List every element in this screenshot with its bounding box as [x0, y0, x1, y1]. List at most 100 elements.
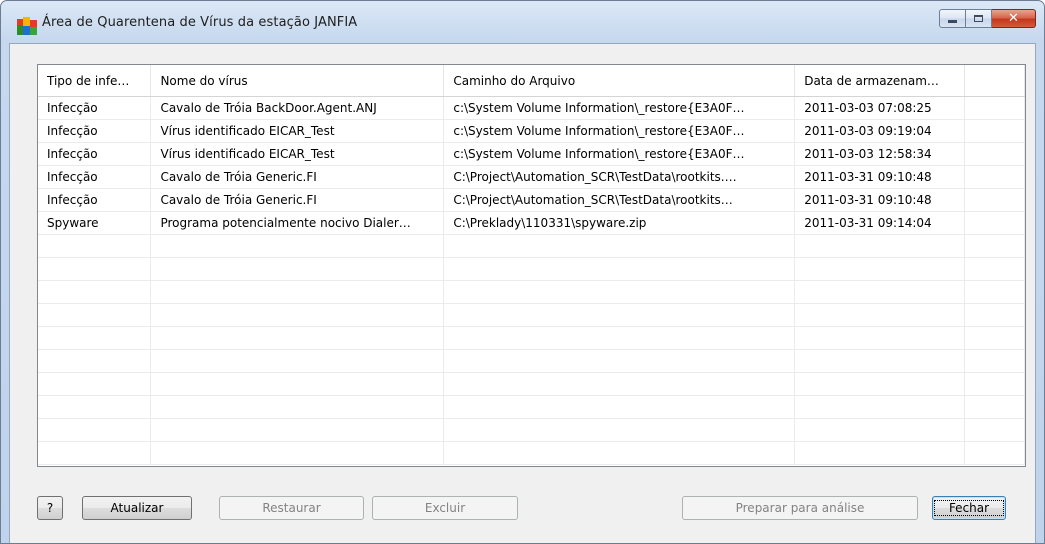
cell-extra [964, 441, 1025, 465]
minimize-button[interactable] [939, 9, 966, 28]
cell-file-path: c:\System Volume Information\_restore{E3… [443, 96, 796, 120]
table-row[interactable] [38, 395, 1025, 419]
table-row[interactable] [38, 280, 1025, 304]
column-header-type[interactable]: Tipo de infe… [38, 65, 152, 97]
close-button[interactable]: Fechar [932, 496, 1006, 520]
cell-extra [964, 372, 1025, 396]
cell-storage-date [794, 326, 966, 350]
cell-storage-date: 2011-03-31 09:14:04 [794, 211, 966, 235]
dialog-client-area: Tipo de infe… Nome do vírus Caminho do A… [9, 43, 1036, 543]
cell-type [38, 303, 152, 327]
table-row[interactable]: Infecção Cavalo de Tróia Generic.FI C:\Pro… [38, 188, 1025, 212]
cell-virus-name [150, 418, 445, 442]
cell-virus-name: Cavalo de Tróia Generic.FI [150, 165, 445, 189]
cell-storage-date: 2011-03-03 09:19:04 [794, 119, 966, 143]
delete-button[interactable]: Excluir [372, 496, 518, 520]
table-row[interactable]: Infecção Vírus identificado EICAR_Test c:\… [38, 119, 1025, 143]
column-header-file-path[interactable]: Caminho do Arquivo [443, 65, 796, 97]
cell-virus-name [150, 257, 445, 281]
cell-file-path [443, 257, 796, 281]
cell-type: Infecção [38, 96, 152, 120]
cell-storage-date [794, 441, 966, 465]
cell-file-path [443, 418, 796, 442]
cell-file-path: c:\System Volume Information\_restore{E3… [443, 142, 796, 166]
cell-type [38, 372, 152, 396]
table-row[interactable]: Infecção Cavalo de Tróia Generic.FI C:\Pro… [38, 165, 1025, 189]
column-header-virus-name[interactable]: Nome do vírus [150, 65, 445, 97]
cell-storage-date: 2011-03-03 12:58:34 [794, 142, 966, 166]
cell-extra [964, 418, 1025, 442]
column-header-extra[interactable] [964, 65, 1025, 97]
cell-storage-date [794, 418, 966, 442]
window-title: Área de Quarentena de Vírus da estação J… [42, 15, 358, 30]
cell-storage-date [794, 257, 966, 281]
close-window-button[interactable]: ✕ [992, 9, 1036, 28]
window-controls: ✕ [939, 9, 1036, 29]
cell-extra [964, 188, 1025, 212]
help-button[interactable]: ? [37, 496, 63, 520]
table-row[interactable] [38, 257, 1025, 281]
minimize-icon [948, 20, 957, 23]
quarantine-table: Tipo de infe… Nome do vírus Caminho do A… [38, 65, 1025, 465]
cell-virus-name: Vírus identificado EICAR_Test [150, 119, 445, 143]
cell-storage-date [794, 280, 966, 304]
cell-extra [964, 349, 1025, 373]
cell-virus-name [150, 303, 445, 327]
quarantine-window: Área de Quarentena de Vírus da estação J… [0, 0, 1045, 544]
cell-extra [964, 119, 1025, 143]
cell-type: Spyware [38, 211, 152, 235]
cell-extra [964, 96, 1025, 120]
title-bar[interactable]: Área de Quarentena de Vírus da estação J… [1, 1, 1044, 43]
cell-virus-name [150, 441, 445, 465]
cell-type [38, 349, 152, 373]
cell-storage-date: 2011-03-31 09:10:48 [794, 165, 966, 189]
quarantine-list[interactable]: Tipo de infe… Nome do vírus Caminho do A… [37, 64, 1026, 467]
restore-button[interactable]: Restaurar [219, 496, 364, 520]
table-row[interactable]: Infecção Cavalo de Tróia BackDoor.Agent.A… [38, 96, 1025, 120]
cell-virus-name [150, 372, 445, 396]
cell-virus-name [150, 234, 445, 258]
table-row[interactable]: Infecção Vírus identificado EICAR_Test c:\… [38, 142, 1025, 166]
refresh-button[interactable]: Atualizar [82, 496, 192, 520]
cell-type: Infecção [38, 142, 152, 166]
cell-storage-date [794, 372, 966, 396]
cell-file-path [443, 395, 796, 419]
cell-type [38, 257, 152, 281]
close-icon: ✕ [1008, 11, 1019, 26]
table-row[interactable] [38, 326, 1025, 350]
table-row[interactable] [38, 372, 1025, 396]
cell-type [38, 326, 152, 350]
table-row[interactable] [38, 441, 1025, 465]
cell-extra [964, 211, 1025, 235]
table-row[interactable] [38, 418, 1025, 442]
prepare-for-analysis-button[interactable]: Preparar para análise [682, 496, 918, 520]
cell-type: Infecção [38, 165, 152, 189]
cell-type [38, 234, 152, 258]
cell-file-path [443, 280, 796, 304]
cell-file-path [443, 303, 796, 327]
column-header-storage-date[interactable]: Data de armazenam… [794, 65, 966, 97]
cell-type: Infecção [38, 188, 152, 212]
table-row[interactable]: Spyware Programa potencialmente nocivo Di… [38, 211, 1025, 235]
cell-extra [964, 234, 1025, 258]
table-row[interactable] [38, 349, 1025, 373]
cell-file-path [443, 441, 796, 465]
cell-type [38, 280, 152, 304]
cell-storage-date [794, 234, 966, 258]
cell-extra [964, 165, 1025, 189]
cell-virus-name [150, 326, 445, 350]
cell-virus-name [150, 349, 445, 373]
cell-storage-date: 2011-03-31 09:10:48 [794, 188, 966, 212]
cell-file-path: C:\Preklady\110331\spyware.zip [443, 211, 796, 235]
table-header-row: Tipo de infe… Nome do vírus Caminho do A… [38, 65, 1025, 97]
maximize-button[interactable] [966, 9, 992, 28]
cell-extra [964, 257, 1025, 281]
close-button-label: Fechar [933, 500, 1005, 516]
cell-virus-name: Programa potencialmente nocivo Dialer… [150, 211, 445, 235]
table-row[interactable] [38, 234, 1025, 258]
cell-type [38, 395, 152, 419]
cell-extra [964, 303, 1025, 327]
cell-storage-date [794, 303, 966, 327]
table-row[interactable] [38, 303, 1025, 327]
cell-virus-name: Cavalo de Tróia Generic.FI [150, 188, 445, 212]
